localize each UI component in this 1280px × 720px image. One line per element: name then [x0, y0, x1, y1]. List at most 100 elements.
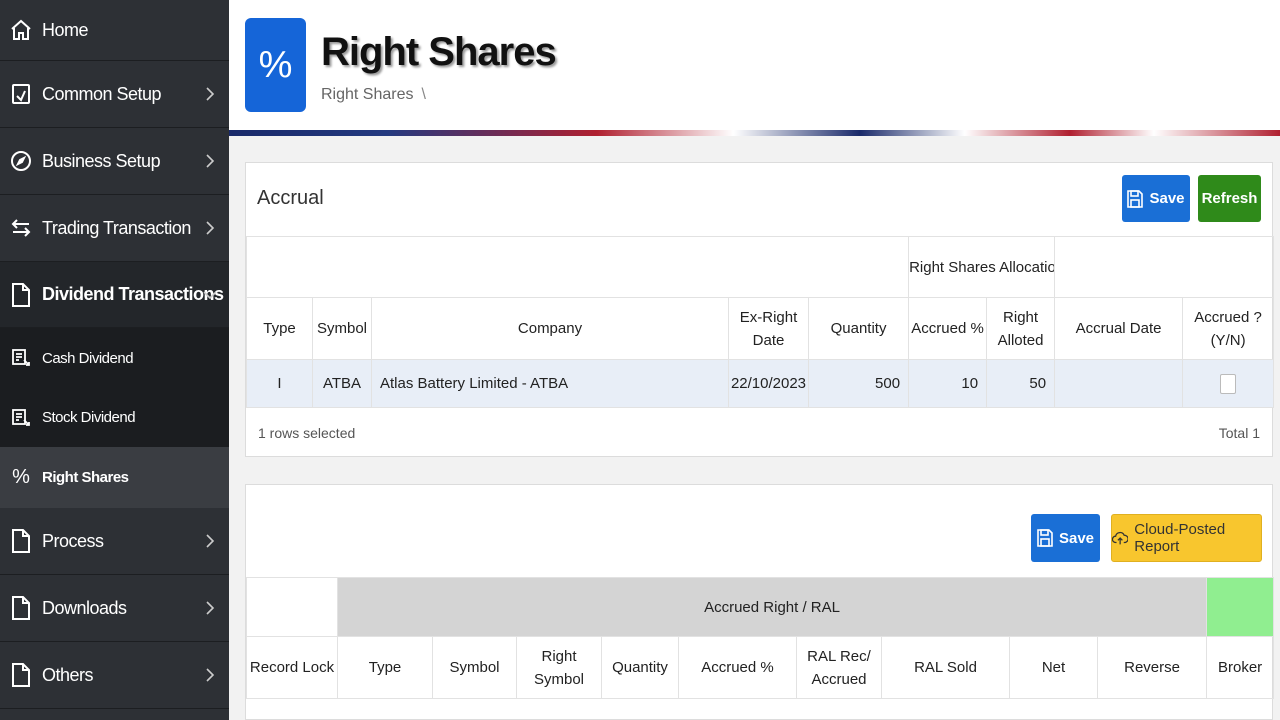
column-header-quantity[interactable]: Quantity	[601, 636, 679, 699]
column-header-type[interactable]: Type	[246, 297, 313, 360]
accrued-right-table: Accrued Right / RAL Record Lock Type Sym…	[246, 577, 1275, 699]
sidebar: Home Common Setup Business Setup Trading…	[0, 0, 229, 720]
sidebar-item-label: Common Setup	[42, 83, 162, 104]
refresh-label: Refresh	[1201, 190, 1258, 207]
transfer-icon	[8, 215, 34, 241]
cell-quantity: 500	[807, 359, 910, 408]
cell-symbol: ATBA	[312, 359, 372, 408]
sidebar-item-downloads[interactable]: Downloads	[0, 575, 229, 642]
column-header-right-symbol[interactable]: Right Symbol	[516, 636, 602, 699]
sidebar-item-others[interactable]: Others	[0, 642, 229, 709]
column-header-right-alloted[interactable]: Right Alloted	[986, 297, 1056, 360]
report-icon	[8, 345, 34, 371]
column-header-broker[interactable]: Broker	[1206, 636, 1275, 699]
group-header-accrued-right-ral: Accrued Right / RAL	[336, 577, 1208, 637]
document-icon	[8, 528, 34, 554]
table-header-spacer	[1054, 236, 1275, 298]
accrual-panel: Accrual Save Refresh Right Shares Alloca…	[245, 162, 1275, 457]
setup-icon	[8, 81, 34, 107]
save-label: Save	[1149, 190, 1185, 207]
chevron-right-icon	[203, 668, 217, 682]
compass-icon	[8, 148, 34, 174]
accrued-checkbox[interactable]	[1220, 373, 1237, 394]
sidebar-item-label: Right Shares	[42, 469, 129, 486]
cell-accrued-pct: 10	[908, 359, 988, 408]
column-header-accrued-yn[interactable]: Accrued ? (Y/N)	[1182, 297, 1275, 360]
sidebar-item-home[interactable]: Home	[0, 0, 229, 61]
column-header-ral-sold[interactable]: RAL Sold	[881, 636, 1010, 699]
cell-accrued-yn	[1182, 359, 1275, 408]
document-icon	[8, 282, 34, 308]
sidebar-item-common-setup[interactable]: Common Setup	[0, 61, 229, 128]
page-header: % Right Shares Right Shares \	[229, 0, 1280, 136]
chevron-right-icon	[203, 87, 217, 101]
sidebar-item-business-setup[interactable]: Business Setup	[0, 128, 229, 195]
column-header-quantity[interactable]: Quantity	[807, 297, 910, 360]
breadcrumb: Right Shares \	[321, 86, 426, 104]
percent-icon: %	[245, 18, 306, 112]
page-title: Right Shares	[321, 30, 557, 74]
report-label: Cloud-Posted Report	[1134, 521, 1226, 555]
sidebar-item-label: Downloads	[42, 597, 127, 618]
rows-selected-text: 1 rows selected	[258, 425, 356, 441]
sidebar-item-right-shares[interactable]: % Right Shares	[0, 447, 229, 508]
column-header-accrual-date[interactable]: Accrual Date	[1054, 297, 1184, 360]
cell-ex-right-date: 22/10/2023	[728, 359, 809, 408]
save-label: Save	[1058, 529, 1095, 547]
sidebar-item-label: Stock Dividend	[42, 409, 136, 426]
column-header-reverse[interactable]: Reverse	[1096, 636, 1208, 699]
sidebar-item-label: Process	[42, 530, 104, 551]
sidebar-item-trading-transaction[interactable]: Trading Transaction	[0, 195, 229, 262]
cell-company: Atlas Battery Limited - ATBA	[371, 359, 729, 408]
chevron-right-icon	[203, 154, 217, 168]
accrued-right-panel: Save Cloud-Posted Report Accrued Right /…	[245, 484, 1275, 720]
broker-band	[1206, 577, 1275, 637]
sidebar-item-cash-dividend[interactable]: Cash Dividend	[0, 328, 229, 388]
sidebar-item-label: Trading Transaction	[42, 217, 191, 238]
column-header-ral-rec-accrued[interactable]: RAL Rec/ Accrued	[796, 636, 882, 699]
chevron-down-icon	[203, 288, 217, 302]
cloud-upload-icon	[1112, 531, 1129, 545]
panel-title: Accrual	[257, 187, 324, 209]
column-header-type[interactable]: Type	[337, 636, 433, 699]
sidebar-item-dividend-transactions[interactable]: Dividend Transactions	[0, 262, 229, 328]
cloud-posted-report-button[interactable]: Cloud-Posted Report	[1111, 514, 1262, 562]
table-row[interactable]: I ATBA Atlas Battery Limited - ATBA 22/1…	[246, 359, 1275, 408]
sidebar-item-label: Cash Dividend	[42, 349, 134, 367]
column-header-symbol[interactable]: Symbol	[312, 297, 372, 360]
sidebar-item-label: Business Setup	[42, 150, 161, 171]
save-button[interactable]: Save	[1122, 175, 1190, 222]
table-header-spacer	[245, 236, 910, 298]
report-icon	[8, 405, 34, 431]
home-icon	[8, 17, 34, 43]
sidebar-item-process[interactable]: Process	[0, 508, 229, 575]
column-header-record-lock[interactable]: Record Lock	[246, 636, 338, 699]
column-header-company[interactable]: Company	[371, 297, 729, 360]
refresh-button[interactable]: Refresh	[1198, 175, 1261, 222]
accrual-table: Right Shares Allocation Type Symbol Comp…	[245, 236, 1275, 408]
column-header-symbol[interactable]: Symbol	[432, 636, 517, 699]
chevron-right-icon	[203, 221, 217, 235]
percent-icon: %	[12, 466, 30, 488]
column-header-net[interactable]: Net	[1009, 636, 1098, 699]
sidebar-item-label: Others	[42, 664, 94, 685]
breadcrumb-separator: \	[421, 86, 426, 103]
cell-type: I	[246, 359, 313, 408]
breadcrumb-item[interactable]: Right Shares	[321, 86, 414, 103]
cell-accrual-date[interactable]	[1054, 359, 1184, 408]
save-button[interactable]: Save	[1031, 514, 1100, 562]
sidebar-item-label: Home	[42, 19, 89, 40]
column-header-accrued-pct[interactable]: Accrued %	[678, 636, 797, 699]
document-icon	[8, 662, 34, 688]
sidebar-item-stock-dividend[interactable]: Stock Dividend	[0, 388, 229, 447]
sidebar-item-label: Dividend Transactions	[42, 284, 224, 304]
table-header-spacer	[246, 577, 338, 637]
column-header-ex-right-date[interactable]: Ex-Right Date	[728, 297, 809, 360]
group-header-right-shares-allocation: Right Shares Allocation	[908, 236, 1056, 298]
column-header-accrued-pct[interactable]: Accrued %	[908, 297, 988, 360]
document-icon	[8, 595, 34, 621]
chevron-right-icon	[203, 601, 217, 615]
header-stripe	[229, 130, 1280, 136]
cell-right-alloted: 50	[986, 359, 1056, 408]
save-icon	[1127, 189, 1144, 208]
